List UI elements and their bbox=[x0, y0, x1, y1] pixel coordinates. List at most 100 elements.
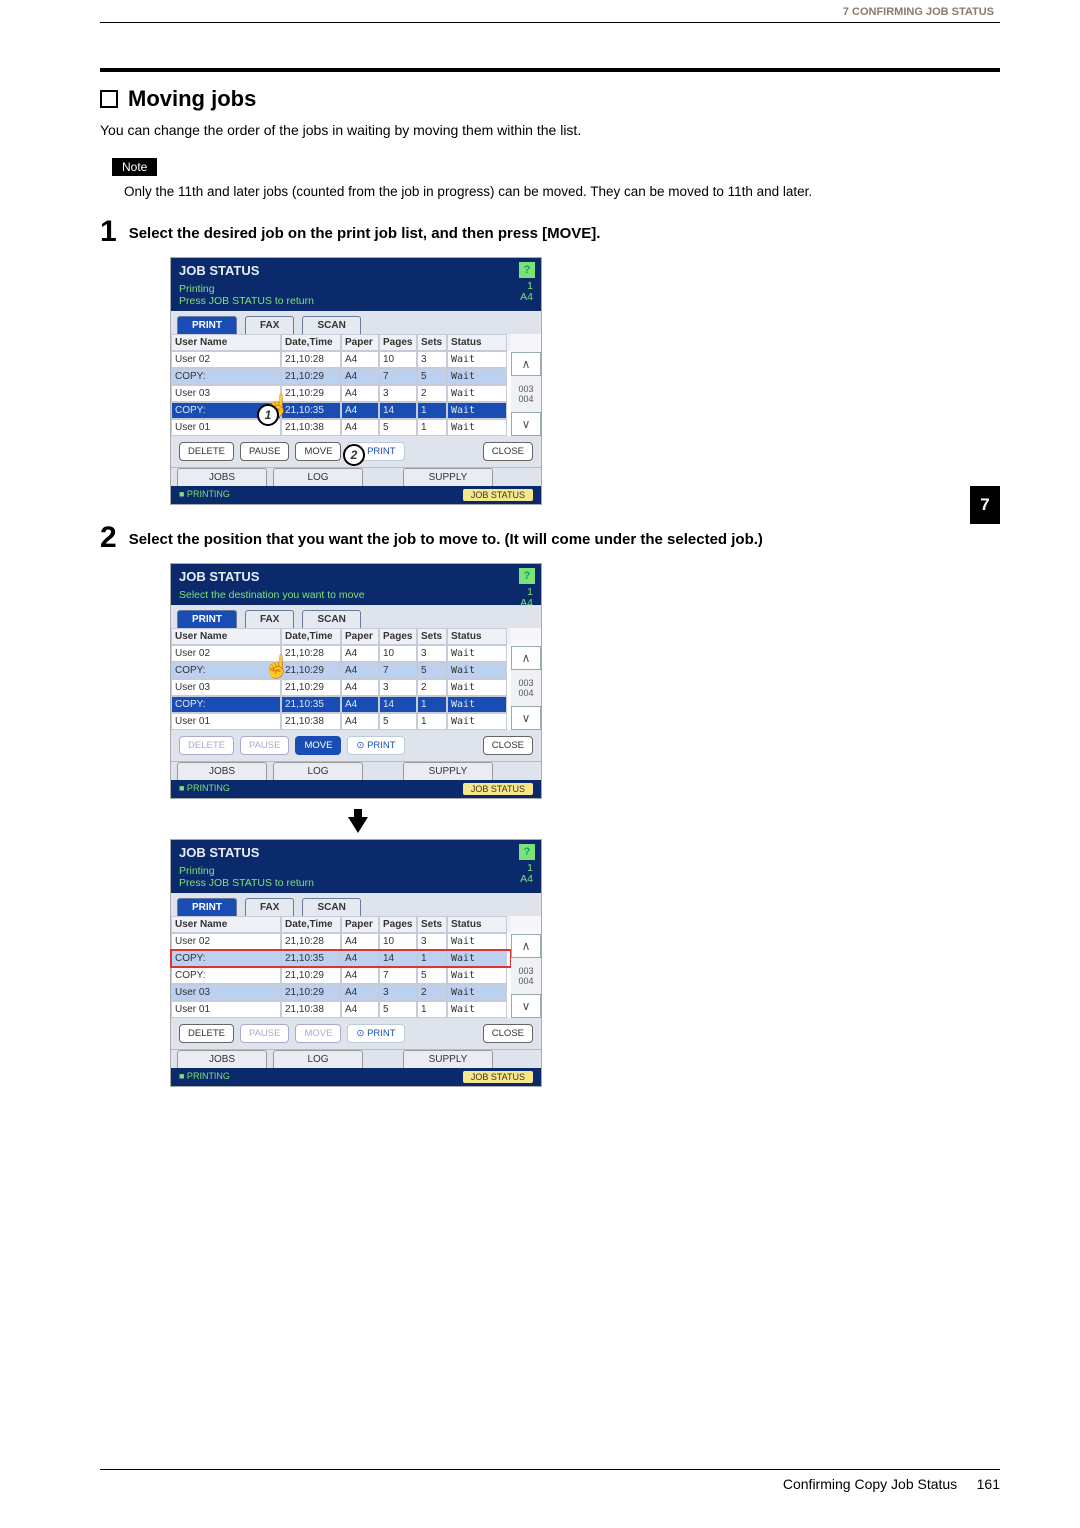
running-header: 7 CONFIRMING JOB STATUS bbox=[843, 6, 994, 18]
table-row[interactable]: User 0221,10:28A4103Wait bbox=[171, 645, 511, 662]
pause-button: PAUSE bbox=[240, 1024, 290, 1043]
job-type-tabs: PRINT FAX SCAN bbox=[171, 893, 541, 916]
scroll-page-indicator: 003004 bbox=[511, 958, 541, 994]
note-label: Note bbox=[112, 158, 157, 176]
header-rule bbox=[100, 22, 1000, 23]
table-header: User NameDate,TimePaperPagesSetsStatus bbox=[171, 916, 511, 933]
scroll-column: ∧ 003004 ∨ bbox=[511, 628, 541, 730]
job-status-button[interactable]: JOB STATUS bbox=[463, 783, 533, 795]
print-button: ⊙ PRINT bbox=[347, 736, 404, 755]
footer-section: Confirming Copy Job Status bbox=[783, 1476, 957, 1492]
table-row[interactable]: User 0321,10:29A432Wait bbox=[171, 385, 511, 402]
panel-title: JOB STATUS ? bbox=[171, 564, 541, 589]
panel-title: JOB STATUS ? bbox=[171, 258, 541, 283]
section-rule bbox=[100, 68, 1000, 72]
table-row[interactable]: COPY:21,10:35A4141Wait bbox=[171, 402, 511, 419]
move-button[interactable]: MOVE bbox=[295, 736, 341, 755]
scroll-down-icon[interactable]: ∨ bbox=[511, 994, 541, 1018]
table-row[interactable]: COPY:21,10:29A475Wait bbox=[171, 662, 511, 679]
tab-supply[interactable]: SUPPLY bbox=[403, 468, 493, 486]
panel-title: JOB STATUS ? bbox=[171, 840, 541, 865]
table-row[interactable]: User 0321,10:29A432Wait bbox=[171, 984, 511, 1001]
table-header: User NameDate,TimePaperPagesSetsStatus bbox=[171, 628, 511, 645]
tab-log[interactable]: LOG bbox=[273, 468, 363, 486]
scroll-up-icon[interactable]: ∧ bbox=[511, 934, 541, 958]
tab-print[interactable]: PRINT bbox=[177, 898, 237, 916]
pause-button[interactable]: PAUSE bbox=[240, 442, 290, 461]
arrow-down-icon bbox=[348, 817, 368, 833]
tab-supply[interactable]: SUPPLY bbox=[403, 1050, 493, 1068]
footer-printing-label: ■ PRINTING bbox=[179, 1071, 230, 1083]
table-row[interactable]: User 0121,10:38A451Wait bbox=[171, 419, 511, 436]
note-text: Only the 11th and later jobs (counted fr… bbox=[124, 184, 1000, 199]
close-button[interactable]: CLOSE bbox=[483, 736, 533, 755]
job-status-button[interactable]: JOB STATUS bbox=[463, 1071, 533, 1083]
scroll-column: ∧ 003004 ∨ bbox=[511, 916, 541, 1018]
scroll-up-icon[interactable]: ∧ bbox=[511, 646, 541, 670]
close-button[interactable]: CLOSE bbox=[483, 442, 533, 461]
step-2: 2 Select the position that you want the … bbox=[100, 523, 1000, 553]
job-type-tabs: PRINT FAX SCAN bbox=[171, 605, 541, 628]
panel-footer-bar: ■ PRINTING JOB STATUS bbox=[171, 1068, 541, 1086]
table-row[interactable]: User 0321,10:29A432Wait bbox=[171, 679, 511, 696]
panel-subline: PrintingPress JOB STATUS to return 1A4 bbox=[171, 283, 541, 311]
table-row[interactable]: COPY:21,10:35A4141Wait bbox=[171, 696, 511, 713]
table-row[interactable]: COPY:21,10:35A4141Wait bbox=[171, 950, 511, 967]
bottom-tabs: JOBS LOG SUPPLY bbox=[171, 1049, 541, 1068]
bullet-box-icon bbox=[100, 90, 118, 108]
step-1: 1 Select the desired job on the print jo… bbox=[100, 217, 1000, 247]
step-text-1: Select the desired job on the print job … bbox=[129, 225, 601, 242]
scroll-down-icon[interactable]: ∨ bbox=[511, 412, 541, 436]
scroll-up-icon[interactable]: ∧ bbox=[511, 352, 541, 376]
move-button[interactable]: MOVE bbox=[295, 1024, 341, 1043]
help-icon[interactable]: ? bbox=[519, 262, 535, 278]
footer-printing-label: ■ PRINTING bbox=[179, 489, 230, 501]
tab-print[interactable]: PRINT bbox=[177, 316, 237, 334]
tab-jobs[interactable]: JOBS bbox=[177, 468, 267, 486]
scroll-down-icon[interactable]: ∨ bbox=[511, 706, 541, 730]
table-row[interactable]: COPY:21,10:29A475Wait bbox=[171, 967, 511, 984]
pause-button: PAUSE bbox=[240, 736, 290, 755]
tab-fax[interactable]: FAX bbox=[245, 898, 294, 916]
tab-log[interactable]: LOG bbox=[273, 1050, 363, 1068]
tab-scan[interactable]: SCAN bbox=[302, 898, 360, 916]
tab-jobs[interactable]: JOBS bbox=[177, 762, 267, 780]
help-icon[interactable]: ? bbox=[519, 568, 535, 584]
action-button-row: DELETE PAUSE MOVE ⊙ PRINT CLOSE bbox=[171, 730, 541, 761]
job-type-tabs: PRINT FAX SCAN bbox=[171, 311, 541, 334]
callout-1: 1 bbox=[257, 404, 279, 426]
table-row[interactable]: User 0221,10:28A4103Wait bbox=[171, 351, 511, 368]
table-row[interactable]: COPY:21,10:29A475Wait bbox=[171, 368, 511, 385]
job-status-button[interactable]: JOB STATUS bbox=[463, 489, 533, 501]
tab-fax[interactable]: FAX bbox=[245, 316, 294, 334]
table-row[interactable]: User 0221,10:28A4103Wait bbox=[171, 933, 511, 950]
delete-button: DELETE bbox=[179, 736, 234, 755]
tab-print[interactable]: PRINT bbox=[177, 610, 237, 628]
table-row[interactable]: User 0121,10:38A451Wait bbox=[171, 713, 511, 730]
table-header: User NameDate,TimePaperPagesSetsStatus bbox=[171, 334, 511, 351]
table-row[interactable]: User 0121,10:38A451Wait bbox=[171, 1001, 511, 1018]
delete-button[interactable]: DELETE bbox=[179, 1024, 234, 1043]
footer-page-number: 161 bbox=[977, 1476, 1000, 1492]
tab-log[interactable]: LOG bbox=[273, 762, 363, 780]
step-number-1: 1 bbox=[100, 217, 117, 247]
step-number-2: 2 bbox=[100, 523, 117, 553]
close-button[interactable]: CLOSE bbox=[483, 1024, 533, 1043]
move-button[interactable]: MOVE bbox=[295, 442, 341, 461]
tab-jobs[interactable]: JOBS bbox=[177, 1050, 267, 1068]
print-button: ⊙ PRINT bbox=[347, 1024, 404, 1043]
section-title: Moving jobs bbox=[100, 86, 1000, 112]
delete-button[interactable]: DELETE bbox=[179, 442, 234, 461]
help-icon[interactable]: ? bbox=[519, 844, 535, 860]
tab-scan[interactable]: SCAN bbox=[302, 610, 360, 628]
tab-supply[interactable]: SUPPLY bbox=[403, 762, 493, 780]
tab-fax[interactable]: FAX bbox=[245, 610, 294, 628]
screenshot-2: JOB STATUS ? Select the destination you … bbox=[170, 563, 542, 799]
tab-scan[interactable]: SCAN bbox=[302, 316, 360, 334]
footer: Confirming Copy Job Status 161 bbox=[100, 1469, 1000, 1492]
screenshot-3: JOB STATUS ? PrintingPress JOB STATUS to… bbox=[170, 839, 542, 1087]
bottom-tabs: JOBS LOG SUPPLY bbox=[171, 761, 541, 780]
panel-subline: PrintingPress JOB STATUS to return 1A4 bbox=[171, 865, 541, 893]
callout-2: 2 bbox=[343, 444, 365, 466]
action-button-row: DELETE PAUSE MOVE ⊙ PRINT CLOSE bbox=[171, 1018, 541, 1049]
